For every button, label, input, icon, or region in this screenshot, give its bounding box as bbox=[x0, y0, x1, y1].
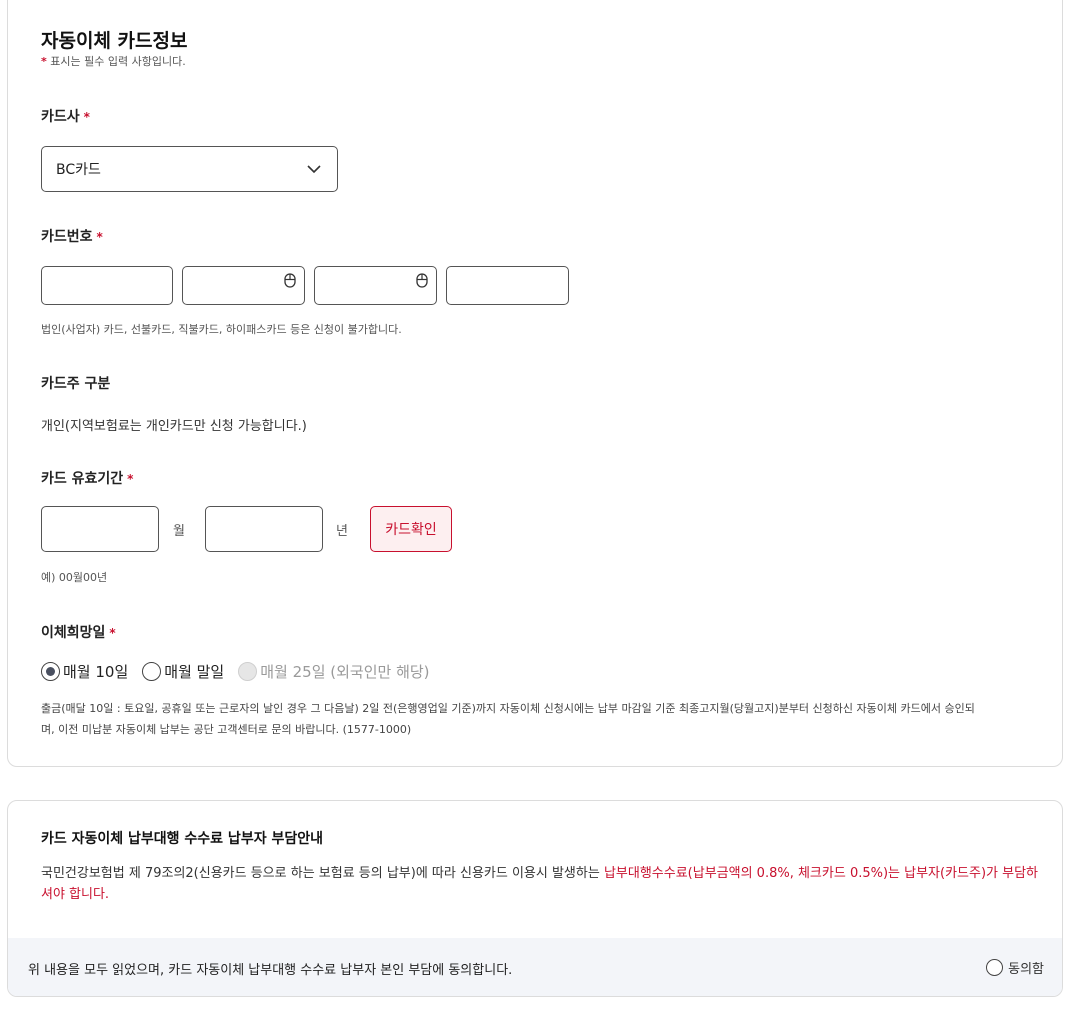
transfer-day-help-line2: 며, 이전 미납분 자동이체 납부는 공단 고객센터로 문의 바랍니다. (15… bbox=[41, 723, 412, 736]
radio-25th bbox=[238, 662, 258, 681]
mouse-icon bbox=[284, 273, 296, 288]
expiry-label: 카드 유효기간 * bbox=[41, 468, 133, 488]
required-note-text: 표시는 필수 입력 사항입니다. bbox=[50, 55, 186, 68]
required-star: * bbox=[127, 472, 134, 486]
radio-10th-label: 매월 10일 bbox=[63, 663, 129, 681]
expiry-label-text: 카드 유효기간 bbox=[41, 471, 124, 487]
required-star: * bbox=[83, 110, 90, 124]
card-number-label-text: 카드번호 bbox=[41, 229, 93, 245]
required-star: * bbox=[96, 230, 103, 244]
transfer-day-help-line1: 출금(매달 10일 : 토요일, 공휴일 또는 근로자의 날인 경우 그 다음날… bbox=[41, 702, 975, 715]
radio-option-25th: 매월 25일 (외국인만 해당) bbox=[238, 661, 430, 682]
transfer-day-label: 이체희망일 * bbox=[41, 622, 116, 642]
card-company-label: 카드사 * bbox=[41, 106, 90, 126]
transfer-day-label-text: 이체희망일 bbox=[41, 625, 106, 641]
month-unit: 월 bbox=[173, 524, 185, 539]
radio-month-end-label: 매월 말일 bbox=[164, 663, 225, 681]
chevron-down-icon bbox=[307, 165, 321, 174]
agree-option[interactable]: 동의함 bbox=[986, 958, 1044, 977]
expiry-month-input[interactable] bbox=[41, 506, 159, 552]
notice-text-normal: 국민건강보험법 제 79조의2(신용카드 등으로 하는 보험료 등의 납부)에 … bbox=[41, 866, 604, 881]
notice-title: 카드 자동이체 납부대행 수수료 납부자 부담안내 bbox=[41, 831, 323, 847]
card-company-select[interactable]: BC카드 bbox=[41, 146, 338, 192]
radio-option-10th[interactable]: 매월 10일 bbox=[41, 661, 128, 682]
card-number-field-1[interactable] bbox=[41, 266, 173, 305]
card-number-help: 법인(사업자) 카드, 선불카드, 직불카드, 하이패스카드 등은 신청이 불가… bbox=[41, 323, 402, 336]
section-title: 자동이체 카드정보 bbox=[41, 30, 188, 52]
required-mark: * bbox=[41, 55, 47, 68]
radio-option-month-end[interactable]: 매월 말일 bbox=[142, 661, 224, 682]
radio-10th[interactable] bbox=[41, 662, 60, 681]
transfer-day-help: 출금(매달 10일 : 토요일, 공휴일 또는 근로자의 날인 경우 그 다음날… bbox=[41, 698, 1051, 740]
required-star: * bbox=[109, 626, 116, 640]
card-info-section: 자동이체 카드정보 * 표시는 필수 입력 사항입니다. 카드사 * BC카드 카… bbox=[7, 0, 1063, 767]
card-confirm-button[interactable]: 카드확인 bbox=[370, 506, 452, 552]
radio-month-end[interactable] bbox=[142, 662, 162, 681]
card-owner-value: 개인(지역보험료는 개인카드만 신청 가능합니다.) bbox=[41, 419, 307, 434]
mouse-icon bbox=[416, 273, 428, 288]
card-owner-label: 카드주 구분 bbox=[41, 376, 111, 392]
transfer-day-options: 매월 10일 매월 말일 매월 25일 (외국인만 해당) bbox=[41, 661, 430, 682]
notice-text: 국민건강보험법 제 79조의2(신용카드 등으로 하는 보험료 등의 납부)에 … bbox=[41, 863, 1041, 905]
expiry-help: 예) 00월00년 bbox=[41, 571, 108, 584]
required-note: * 표시는 필수 입력 사항입니다. bbox=[41, 53, 186, 69]
card-number-label: 카드번호 * bbox=[41, 226, 103, 246]
card-company-label-text: 카드사 bbox=[41, 109, 80, 125]
fee-notice-section: 카드 자동이체 납부대행 수수료 납부자 부담안내 국민건강보험법 제 79조의… bbox=[7, 800, 1063, 997]
card-number-field-2[interactable] bbox=[182, 266, 305, 305]
agree-radio[interactable] bbox=[986, 959, 1004, 976]
card-company-selected: BC카드 bbox=[56, 162, 101, 178]
expiry-year-input[interactable] bbox=[205, 506, 323, 552]
radio-25th-label: 매월 25일 (외국인만 해당) bbox=[260, 663, 430, 681]
agree-bar: 위 내용을 모두 읽었으며, 카드 자동이체 납부대행 수수료 납부자 본인 부… bbox=[8, 938, 1062, 996]
agree-text: 위 내용을 모두 읽었으며, 카드 자동이체 납부대행 수수료 납부자 본인 부… bbox=[28, 963, 513, 978]
year-unit: 년 bbox=[336, 524, 348, 539]
card-number-field-4[interactable] bbox=[446, 266, 569, 305]
agree-label: 동의함 bbox=[1008, 962, 1044, 977]
card-number-field-3[interactable] bbox=[314, 266, 437, 305]
